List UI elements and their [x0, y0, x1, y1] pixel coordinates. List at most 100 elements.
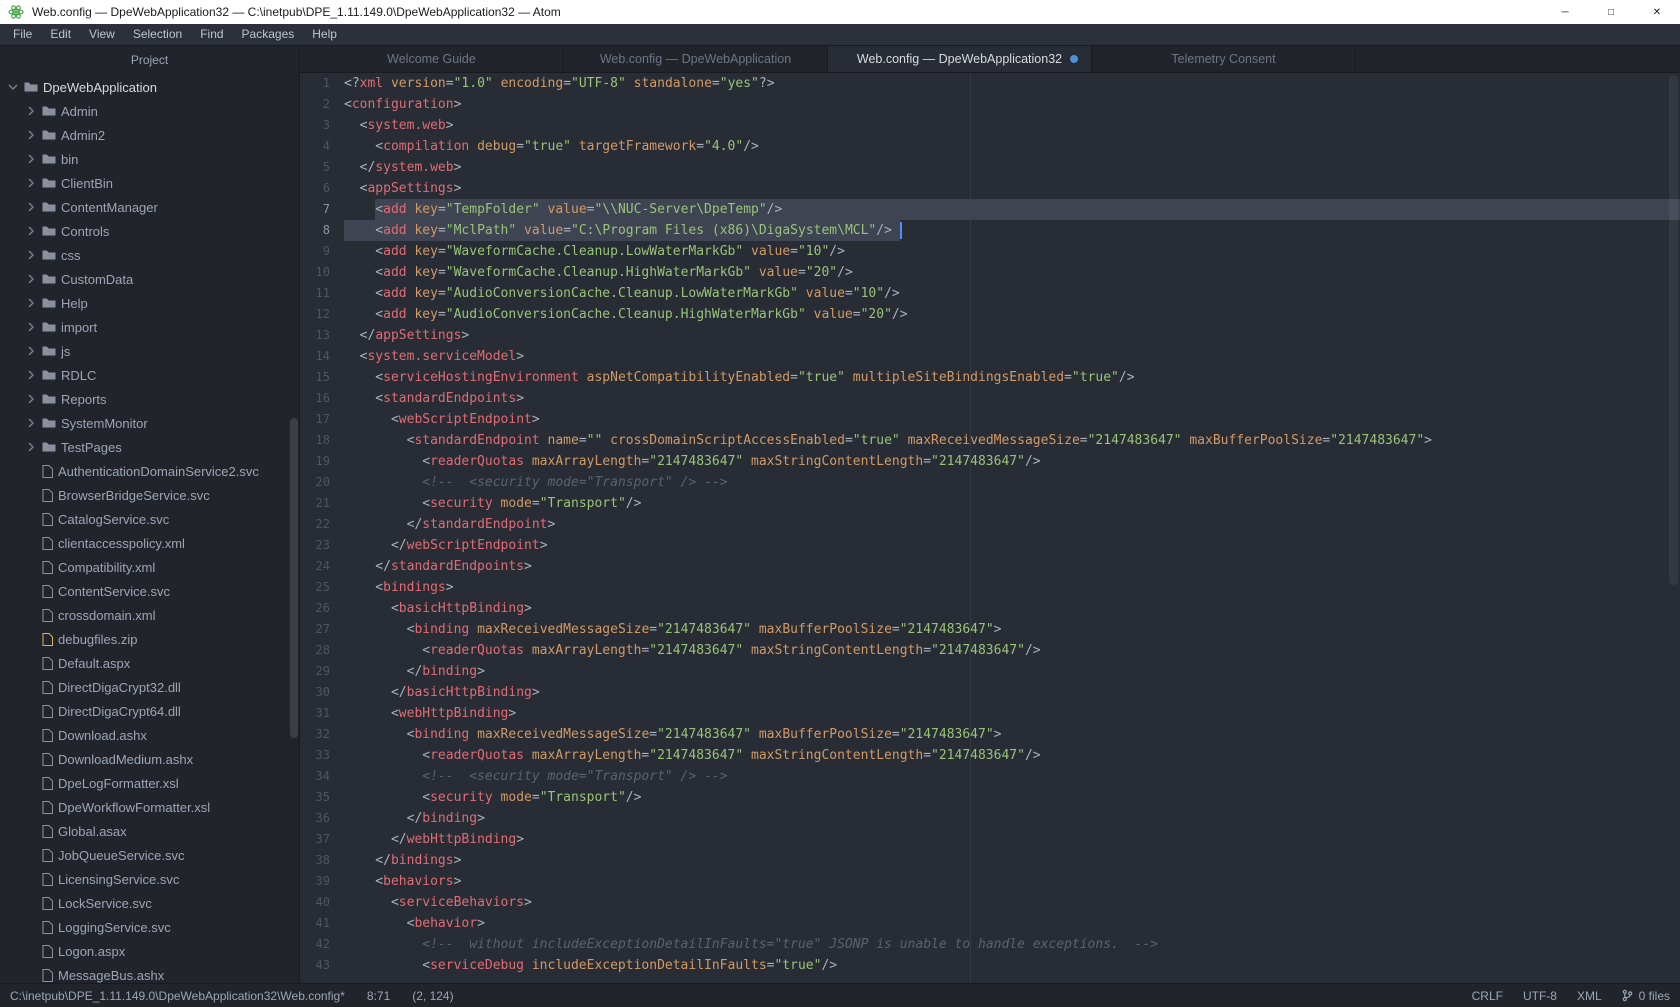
- menu-selection[interactable]: Selection: [124, 24, 191, 45]
- line-number[interactable]: 8: [300, 220, 330, 241]
- line-number[interactable]: 1: [300, 73, 330, 94]
- line-number[interactable]: 42: [300, 934, 330, 955]
- code-line-37[interactable]: </webHttpBinding>: [344, 829, 1680, 850]
- chevron-icon[interactable]: [26, 202, 37, 213]
- chevron-icon[interactable]: [26, 178, 37, 189]
- line-number[interactable]: 37: [300, 829, 330, 850]
- tab-telemetry-consent[interactable]: Telemetry Consent: [1092, 46, 1356, 72]
- code-line-33[interactable]: <readerQuotas maxArrayLength="2147483647…: [344, 745, 1680, 766]
- tree-folder-testpages[interactable]: TestPages: [0, 435, 299, 459]
- text-editor[interactable]: 1234567891011121314151617181920212223242…: [300, 73, 1680, 983]
- code-line-27[interactable]: <binding maxReceivedMessageSize="2147483…: [344, 619, 1680, 640]
- line-number[interactable]: 27: [300, 619, 330, 640]
- code-line-42[interactable]: <!-- without includeExceptionDetailInFau…: [344, 934, 1680, 955]
- tree-folder-customdata[interactable]: CustomData: [0, 267, 299, 291]
- editor-scrollbar-thumb[interactable]: [1669, 75, 1678, 585]
- tree-file-lockservice-svc[interactable]: LockService.svc: [0, 891, 299, 915]
- tree-file-clientaccesspolicy-xml[interactable]: clientaccesspolicy.xml: [0, 531, 299, 555]
- line-number[interactable]: 35: [300, 787, 330, 808]
- chevron-icon[interactable]: [26, 106, 37, 117]
- tree-file-global-asax[interactable]: Global.asax: [0, 819, 299, 843]
- tree-file-browserbridgeservice-svc[interactable]: BrowserBridgeService.svc: [0, 483, 299, 507]
- code-line-22[interactable]: </standardEndpoint>: [344, 514, 1680, 535]
- tree-file-download-ashx[interactable]: Download.ashx: [0, 723, 299, 747]
- tree-folder-admin2[interactable]: Admin2: [0, 123, 299, 147]
- code-line-7[interactable]: <add key="TempFolder" value="\\NUC-Serve…: [344, 199, 1680, 220]
- menu-view[interactable]: View: [80, 24, 124, 45]
- line-number[interactable]: 29: [300, 661, 330, 682]
- code-line-39[interactable]: <behaviors>: [344, 871, 1680, 892]
- code-line-34[interactable]: <!-- <security mode="Transport" /> -->: [344, 766, 1680, 787]
- code-line-12[interactable]: <add key="AudioConversionCache.Cleanup.H…: [344, 304, 1680, 325]
- line-number[interactable]: 34: [300, 766, 330, 787]
- line-number[interactable]: 5: [300, 157, 330, 178]
- line-number[interactable]: 2: [300, 94, 330, 115]
- tree-scrollbar-thumb[interactable]: [290, 418, 298, 738]
- tree-folder-rdlc[interactable]: RDLC: [0, 363, 299, 387]
- line-number[interactable]: 26: [300, 598, 330, 619]
- line-number[interactable]: 18: [300, 430, 330, 451]
- code-line-25[interactable]: <bindings>: [344, 577, 1680, 598]
- tree-file-directdigacrypt32-dll[interactable]: DirectDigaCrypt32.dll: [0, 675, 299, 699]
- code-line-26[interactable]: <basicHttpBinding>: [344, 598, 1680, 619]
- chevron-icon[interactable]: [26, 346, 37, 357]
- tree-folder-dpewebapplication[interactable]: DpeWebApplication: [0, 75, 299, 99]
- code-line-38[interactable]: </bindings>: [344, 850, 1680, 871]
- maximize-button[interactable]: □: [1588, 0, 1634, 24]
- code-area[interactable]: <?xml version="1.0" encoding="UTF-8" sta…: [344, 73, 1680, 983]
- line-number[interactable]: 3: [300, 115, 330, 136]
- code-line-30[interactable]: </basicHttpBinding>: [344, 682, 1680, 703]
- chevron-icon[interactable]: [26, 250, 37, 261]
- tree-file-dpelogformatter-xsl[interactable]: DpeLogFormatter.xsl: [0, 771, 299, 795]
- line-ending-indicator[interactable]: CRLF: [1472, 989, 1503, 1003]
- menu-edit[interactable]: Edit: [41, 24, 80, 45]
- tree-file-compatibility-xml[interactable]: Compatibility.xml: [0, 555, 299, 579]
- chevron-icon[interactable]: [26, 370, 37, 381]
- tree-folder-contentmanager[interactable]: ContentManager: [0, 195, 299, 219]
- code-line-24[interactable]: </standardEndpoints>: [344, 556, 1680, 577]
- menu-find[interactable]: Find: [191, 24, 232, 45]
- tab-web-config-dpewebapplication32[interactable]: Web.config — DpeWebApplication32: [828, 46, 1092, 72]
- tree-folder-help[interactable]: Help: [0, 291, 299, 315]
- line-number[interactable]: 17: [300, 409, 330, 430]
- chevron-icon[interactable]: [26, 322, 37, 333]
- code-line-10[interactable]: <add key="WaveformCache.Cleanup.HighWate…: [344, 262, 1680, 283]
- tree-file-logon-aspx[interactable]: Logon.aspx: [0, 939, 299, 963]
- grammar-indicator[interactable]: XML: [1577, 989, 1602, 1003]
- line-number[interactable]: 32: [300, 724, 330, 745]
- tree-file-loggingservice-svc[interactable]: LoggingService.svc: [0, 915, 299, 939]
- line-number-gutter[interactable]: 1234567891011121314151617181920212223242…: [300, 73, 344, 983]
- line-number[interactable]: 7: [300, 199, 330, 220]
- tree-folder-systemmonitor[interactable]: SystemMonitor: [0, 411, 299, 435]
- code-line-23[interactable]: </webScriptEndpoint>: [344, 535, 1680, 556]
- tree-file-contentservice-svc[interactable]: ContentService.svc: [0, 579, 299, 603]
- chevron-icon[interactable]: [26, 442, 37, 453]
- tree-folder-reports[interactable]: Reports: [0, 387, 299, 411]
- code-line-6[interactable]: <appSettings>: [344, 178, 1680, 199]
- line-number[interactable]: 19: [300, 451, 330, 472]
- code-line-43[interactable]: <serviceDebug includeExceptionDetailInFa…: [344, 955, 1680, 976]
- code-line-15[interactable]: <serviceHostingEnvironment aspNetCompati…: [344, 367, 1680, 388]
- code-line-35[interactable]: <security mode="Transport"/>: [344, 787, 1680, 808]
- code-line-4[interactable]: <compilation debug="true" targetFramewor…: [344, 136, 1680, 157]
- menu-packages[interactable]: Packages: [233, 24, 304, 45]
- cursor-position[interactable]: 8:71: [367, 989, 390, 1003]
- code-line-13[interactable]: </appSettings>: [344, 325, 1680, 346]
- code-line-3[interactable]: <system.web>: [344, 115, 1680, 136]
- line-number[interactable]: 11: [300, 283, 330, 304]
- line-number[interactable]: 22: [300, 514, 330, 535]
- code-line-9[interactable]: <add key="WaveformCache.Cleanup.LowWater…: [344, 241, 1680, 262]
- file-path[interactable]: C:\inetpub\DPE_1.11.149.0\DpeWebApplicat…: [10, 989, 345, 1003]
- minimize-button[interactable]: ─: [1542, 0, 1588, 24]
- chevron-icon[interactable]: [26, 298, 37, 309]
- line-number[interactable]: 39: [300, 871, 330, 892]
- line-number[interactable]: 38: [300, 850, 330, 871]
- line-number[interactable]: 14: [300, 346, 330, 367]
- line-number[interactable]: 30: [300, 682, 330, 703]
- line-number[interactable]: 4: [300, 136, 330, 157]
- menu-help[interactable]: Help: [303, 24, 346, 45]
- tree-file-jobqueueservice-svc[interactable]: JobQueueService.svc: [0, 843, 299, 867]
- code-line-32[interactable]: <binding maxReceivedMessageSize="2147483…: [344, 724, 1680, 745]
- code-line-8[interactable]: <add key="MclPath" value="C:\Program Fil…: [344, 220, 1680, 241]
- code-line-14[interactable]: <system.serviceModel>: [344, 346, 1680, 367]
